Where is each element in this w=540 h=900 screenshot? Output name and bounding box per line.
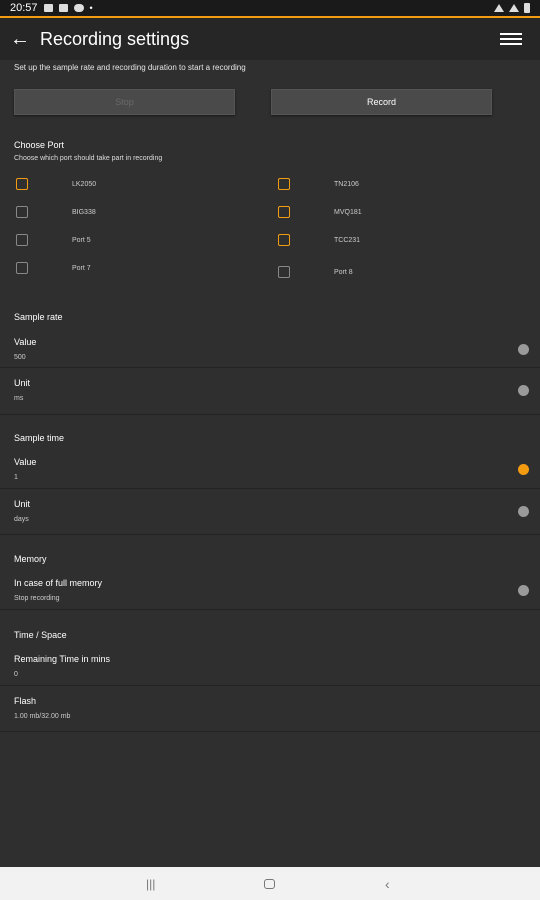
memory-full-indicator[interactable] [518, 585, 529, 596]
gallery-icon [43, 4, 53, 12]
stop-button[interactable]: Stop [14, 89, 235, 115]
sample-time-unit-indicator[interactable] [518, 506, 529, 517]
sample-time-value-indicator[interactable] [518, 464, 529, 475]
home-icon[interactable] [264, 878, 275, 889]
port-checkbox-lk2050[interactable]: LK2050 [16, 177, 96, 191]
checkbox-icon[interactable] [278, 178, 290, 190]
status-bar: 20:57 • [0, 0, 540, 16]
checkbox-icon[interactable] [16, 234, 28, 246]
flash-row: Flash 1.00 mb/32.00 mb [0, 686, 540, 732]
sample-rate-unit-indicator[interactable] [518, 385, 529, 396]
record-button[interactable]: Record [271, 89, 492, 115]
more-dot-icon: • [89, 3, 93, 13]
memory-title: Memory [14, 554, 47, 564]
sample-rate-value-row[interactable]: Value 500 [0, 322, 540, 368]
checkbox-icon[interactable] [16, 262, 28, 274]
battery-icon [524, 3, 530, 13]
checkbox-icon[interactable] [16, 178, 28, 190]
check-icon [58, 4, 68, 12]
remaining-time-row: Remaining Time in mins 0 [0, 640, 540, 686]
system-nav-bar: ||| ‹ [0, 867, 540, 900]
signal-icon [509, 4, 519, 12]
wifi-icon [494, 4, 504, 12]
sample-time-value-row[interactable]: Value 1 [0, 443, 540, 489]
sample-rate-unit-row[interactable]: Unit ms [0, 368, 540, 415]
sample-rate-value-indicator[interactable] [518, 344, 529, 355]
menu-icon[interactable] [500, 28, 522, 50]
app-bar: ← Recording settings [0, 16, 540, 60]
sample-time-title: Sample time [14, 433, 65, 443]
action-buttons: Stop Record [0, 89, 540, 115]
port-checkbox-port5[interactable]: Port 5 [16, 233, 91, 247]
back-arrow-icon[interactable]: ← [0, 19, 40, 59]
choose-port-title: Choose Port [14, 140, 65, 150]
port-list: LK2050 BIG338 Port 5 Port 7 TN2106 MVQ18… [0, 172, 540, 292]
status-time: 20:57 [10, 2, 38, 14]
choose-port-subtitle: Choose which port should take part in re… [14, 155, 163, 162]
port-checkbox-tn2106[interactable]: TN2106 [278, 177, 359, 191]
port-checkbox-port8[interactable]: Port 8 [278, 265, 353, 279]
cloud-icon [73, 4, 84, 12]
intro-hint: Set up the sample rate and recording dur… [14, 63, 246, 72]
port-checkbox-tcc231[interactable]: TCC231 [278, 233, 360, 247]
nav-back-icon[interactable]: ‹ [385, 876, 390, 892]
checkbox-icon[interactable] [278, 206, 290, 218]
checkbox-icon[interactable] [16, 206, 28, 218]
checkbox-icon[interactable] [278, 234, 290, 246]
sample-rate-title: Sample rate [14, 312, 63, 322]
time-space-title: Time / Space [14, 630, 67, 640]
checkbox-icon[interactable] [278, 266, 290, 278]
port-checkbox-mvq181[interactable]: MVQ181 [278, 205, 362, 219]
port-checkbox-big338[interactable]: BIG338 [16, 205, 96, 219]
memory-full-row[interactable]: In case of full memory Stop recording [0, 564, 540, 610]
recent-apps-icon[interactable]: ||| [146, 877, 155, 891]
sample-time-unit-row[interactable]: Unit days [0, 489, 540, 535]
page-title: Recording settings [40, 28, 190, 49]
settings-content: Set up the sample rate and recording dur… [0, 60, 540, 732]
port-checkbox-port7[interactable]: Port 7 [16, 261, 91, 275]
